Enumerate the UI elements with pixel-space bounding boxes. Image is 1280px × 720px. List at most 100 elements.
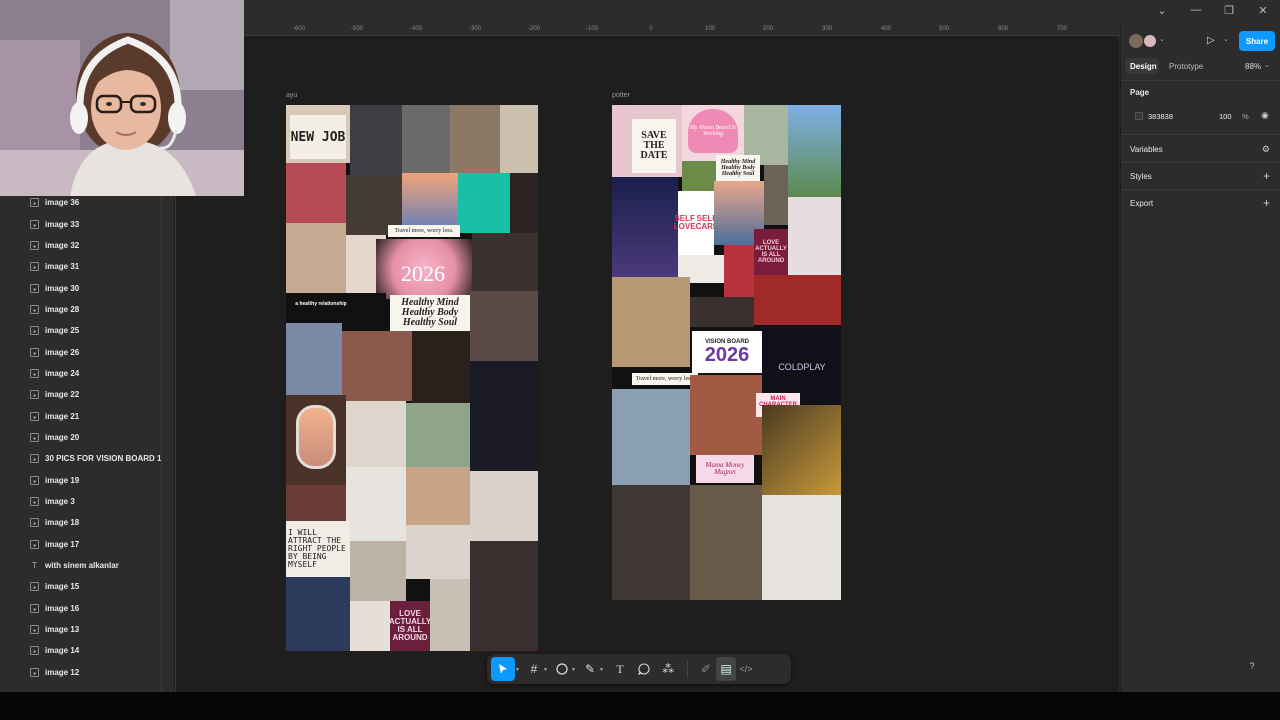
maximize-icon[interactable]: ❐	[1219, 4, 1239, 17]
avatar[interactable]	[1143, 34, 1157, 48]
export-section[interactable]: Export	[1130, 199, 1153, 208]
frame-label-potter[interactable]: potter	[612, 92, 630, 99]
chevron-down-icon[interactable]: ▾	[572, 666, 575, 673]
board-image	[406, 525, 470, 579]
layer-item[interactable]: ▪ image 16	[0, 598, 174, 619]
share-button[interactable]: Share	[1239, 31, 1275, 51]
layer-item[interactable]: ▪ image 14	[0, 640, 174, 661]
actions-icon[interactable]: ⁂	[657, 657, 679, 681]
board-image	[350, 601, 390, 651]
sliders-icon[interactable]: ⚙	[1262, 143, 1270, 155]
variables-section[interactable]: Variables	[1130, 145, 1163, 154]
draw-icon[interactable]: ✐	[696, 657, 716, 681]
close-icon[interactable]: ✕	[1253, 4, 1273, 17]
tab-design[interactable]: Design	[1130, 62, 1157, 71]
image-layer-icon: ▪	[30, 603, 39, 614]
layer-item[interactable]: ▪ image 30	[0, 277, 174, 298]
help-button[interactable]: ?	[1243, 657, 1261, 675]
layer-item[interactable]: ▪ image 20	[0, 427, 174, 448]
chevron-down-icon[interactable]: ⌄	[1264, 61, 1270, 69]
layer-item[interactable]: ▪ image 33	[0, 213, 174, 234]
eye-icon[interactable]: ◉	[1261, 110, 1269, 121]
board-image	[286, 163, 346, 223]
layer-item[interactable]: ▪ image 31	[0, 256, 174, 277]
image-layer-icon: ▪	[30, 390, 39, 400]
bottom-toolbar: ▾ # ▾ ▾ ✎ ▾ T ⁂ ✐ ▤ </>	[487, 654, 791, 684]
zoom-level[interactable]: 88%	[1245, 62, 1261, 71]
page-color-swatch[interactable]	[1135, 112, 1143, 120]
board-image	[470, 291, 538, 361]
board-image	[430, 579, 470, 651]
chevron-down-icon[interactable]: ⌄	[1159, 35, 1165, 43]
ellipse-icon[interactable]	[553, 657, 571, 681]
ruler-tick: 400	[880, 26, 892, 32]
ruler-tick: 200	[762, 26, 774, 32]
plus-icon[interactable]: +	[1263, 170, 1270, 182]
text-icon[interactable]: T	[609, 657, 631, 681]
layer-label: image 18	[45, 518, 80, 528]
layer-label: image 13	[45, 625, 80, 635]
cursor-icon[interactable]	[491, 657, 515, 681]
board-image	[286, 577, 350, 651]
chevron-down-icon[interactable]: ⌄	[1152, 4, 1172, 17]
pen-icon[interactable]: ✎	[581, 657, 599, 681]
frame-label-ayu[interactable]: ayu	[286, 92, 297, 99]
layer-label: with sinem alkanlar	[45, 561, 119, 571]
year-text: 2026	[704, 344, 750, 366]
layer-item[interactable]: ▪ 30 PICS FOR VISION BOARD 1	[0, 448, 174, 469]
ruler-tick: 600	[997, 26, 1009, 32]
board-image	[754, 275, 841, 325]
divider	[1121, 162, 1280, 163]
board-image	[350, 541, 406, 601]
tab-prototype[interactable]: Prototype	[1169, 62, 1203, 71]
layer-item[interactable]: ▪ image 36	[0, 196, 174, 213]
ruler-tick: 100	[704, 26, 716, 32]
layer-item[interactable]: ▪ image 28	[0, 299, 174, 320]
styles-section[interactable]: Styles	[1130, 172, 1152, 181]
layer-item[interactable]: ▪ image 26	[0, 341, 174, 362]
layer-item[interactable]: Twith sinem alkanlar	[0, 555, 174, 576]
layers-scrollbar[interactable]	[161, 196, 162, 692]
plus-icon[interactable]: +	[1263, 197, 1270, 209]
board-image	[450, 105, 500, 173]
layer-item[interactable]: ▪ image 17	[0, 534, 174, 555]
page-heading: Page	[1130, 88, 1150, 97]
frame-icon[interactable]: #	[525, 657, 543, 681]
chevron-down-icon[interactable]: ▾	[544, 666, 547, 673]
layer-item[interactable]: ▪ image 18	[0, 512, 174, 533]
layer-label: image 36	[45, 198, 80, 208]
layer-item[interactable]: ▪ image 19	[0, 469, 174, 490]
vision-board-potter[interactable]: SAVE THE DATE My Vision Board Is Working…	[612, 105, 841, 600]
layer-item[interactable]: ▪ image 15	[0, 576, 174, 597]
comment-icon[interactable]	[631, 657, 657, 681]
layer-label: image 31	[45, 262, 80, 272]
layer-item[interactable]: ▪ image 24	[0, 363, 174, 384]
layer-item[interactable]: ▪ image 13	[0, 619, 174, 640]
page-color-value[interactable]: 383838	[1148, 112, 1173, 121]
layer-label: image 28	[45, 304, 80, 314]
layer-item[interactable]: ▪ image 22	[0, 384, 174, 405]
layer-item[interactable]: ▪ image 3	[0, 491, 174, 512]
self-love-text: SELF LOVE	[673, 214, 696, 231]
layer-label: 30 PICS FOR VISION BOARD 1	[45, 454, 162, 464]
chevron-down-icon[interactable]: ⌄	[1223, 35, 1229, 43]
board-image	[458, 173, 510, 233]
chevron-down-icon[interactable]: ▾	[516, 666, 519, 673]
play-icon[interactable]: ▷	[1207, 35, 1215, 46]
chevron-down-icon[interactable]: ▾	[600, 666, 603, 673]
page-opacity-value[interactable]: 100	[1219, 112, 1232, 121]
board-image	[470, 541, 538, 651]
design-mode-icon[interactable]: ▤	[716, 657, 737, 681]
dev-mode-icon[interactable]: </>	[736, 657, 756, 681]
avatar[interactable]	[1129, 34, 1143, 48]
vision-board-ayu[interactable]: NEW JOB Travel more, worry less. 2026 a …	[286, 105, 538, 651]
layer-item[interactable]: ▪ image 21	[0, 405, 174, 426]
layer-label: image 15	[45, 582, 80, 592]
layer-item[interactable]: ▪ image 12	[0, 662, 174, 683]
layer-item[interactable]: ▪ image 25	[0, 320, 174, 341]
divider	[1121, 80, 1280, 81]
ruler-tick: -300	[468, 26, 482, 32]
layer-item[interactable]: ▪ image 32	[0, 235, 174, 256]
minimize-icon[interactable]: —	[1186, 4, 1206, 16]
layer-label: image 16	[45, 603, 80, 613]
